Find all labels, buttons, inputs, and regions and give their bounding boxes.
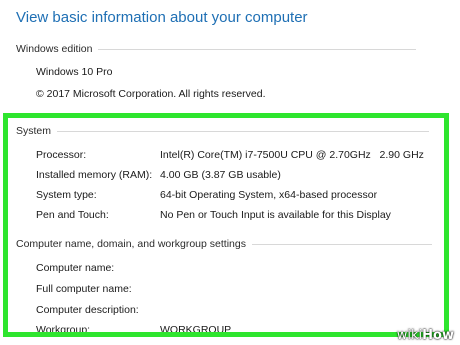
row-value: 64-bit Operating System, x64-based proce…	[160, 189, 378, 201]
row-label: System type:	[36, 189, 97, 201]
windows-edition-value: Windows 10 Pro	[36, 66, 113, 78]
copyright-text: © 2017 Microsoft Corporation. All rights…	[36, 88, 266, 100]
section-divider	[251, 243, 432, 245]
watermark-how: How	[422, 328, 454, 343]
row-label: Full computer name:	[36, 283, 132, 295]
page-title: View basic information about your comput…	[16, 9, 308, 26]
row-label: Installed memory (RAM):	[36, 169, 153, 181]
windows-edition-header: Windows edition	[16, 43, 93, 55]
section-divider	[57, 130, 430, 132]
row-value: WORKGROUP	[160, 324, 232, 336]
row-value: Intel(R) Core(TM) i7-7500U CPU @ 2.70GHz…	[160, 149, 424, 161]
wikihow-watermark: wikiHow	[397, 328, 454, 343]
row-label: Computer name:	[36, 262, 115, 274]
system-section: System	[16, 125, 430, 137]
system-header: System	[16, 125, 52, 137]
row-value: No Pen or Touch Input is available for t…	[160, 209, 391, 221]
watermark-wiki: wiki	[396, 328, 423, 343]
row-label: Workgroup:	[36, 324, 91, 336]
windows-edition-section: Windows edition	[16, 43, 417, 55]
row-label: Processor:	[36, 149, 87, 161]
computer-name-header: Computer name, domain, and workgroup set…	[16, 238, 246, 250]
section-divider	[98, 48, 417, 50]
computer-name-section: Computer name, domain, and workgroup set…	[16, 238, 432, 250]
row-label: Computer description:	[36, 304, 139, 316]
row-value: 4.00 GB (3.87 GB usable)	[160, 169, 281, 181]
row-label: Pen and Touch:	[36, 209, 109, 221]
